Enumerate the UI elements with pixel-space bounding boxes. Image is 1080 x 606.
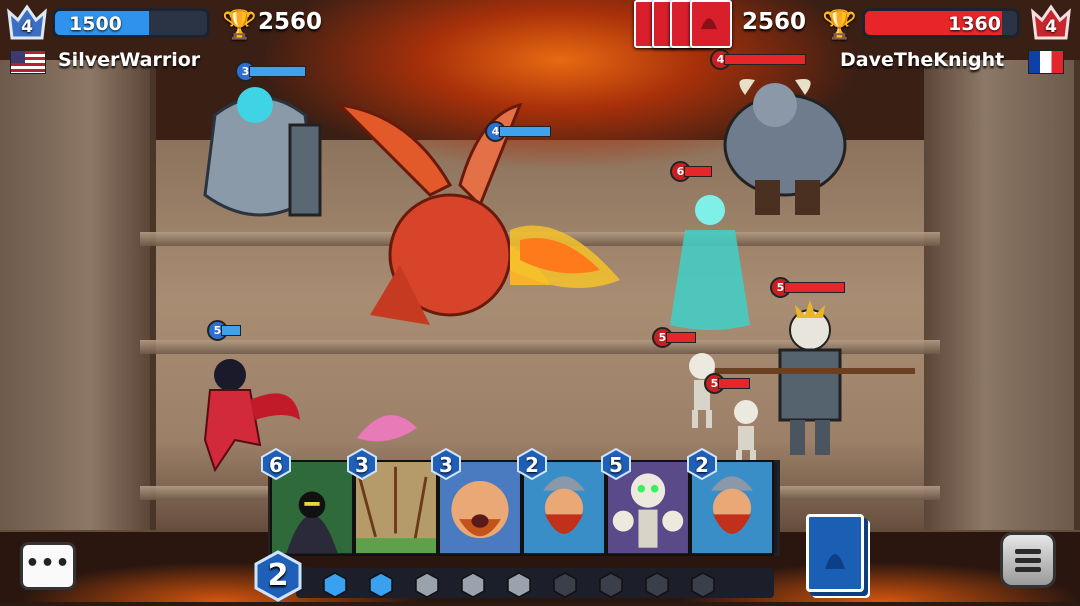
opponent-level: 4 [1045,17,1057,37]
unit-health-fill [784,282,845,293]
menu-button[interactable] [1000,532,1056,588]
card-cost: 5 [609,453,623,477]
fire-breath-effect [510,210,620,304]
chat-bubble-icon: ••• [25,551,71,576]
mana-pip-empty [460,572,486,598]
player-health-value: 1500 [69,13,122,35]
unit-health-fill [684,166,712,177]
card-cost-badge: 2 [686,447,718,481]
mana-pip-empty [598,572,624,598]
opponent-health-bar: 1360 [862,8,1020,38]
mana-pip-empty [644,572,670,598]
us-flag-icon [10,50,46,74]
opponent-trophies: 2560 [742,9,807,35]
mana-pip-filled [322,572,348,598]
deck-button[interactable] [806,514,864,592]
skeleton-minion [718,398,774,468]
unit-health-fill [666,332,696,343]
mana-counter: 2 [252,550,304,602]
opponent-crown-icon: 4 [1030,4,1072,42]
player-health-bar: 1500 [52,8,210,38]
mana-pip-filled [368,572,394,598]
mana-value: 2 [267,558,289,593]
unit-health-fill [499,126,551,137]
card-cost-badge: 3 [346,447,378,481]
mana-pip-empty [690,572,716,598]
opponent-card-back [690,0,732,48]
unit-health-fill [718,378,750,389]
player-name: SilverWarrior [58,49,201,71]
card-cost-badge: 5 [600,447,632,481]
unit-health-fill [221,325,241,336]
player-trophies: 2560 [258,9,323,35]
card-cost: 2 [525,453,539,477]
unit-health-fill [724,54,806,65]
chat-button[interactable]: ••• [20,542,76,590]
left-castle-wall [0,60,156,530]
opponent-name: DaveTheKnight [840,49,1005,71]
trophy-icon: 🏆 [222,8,257,41]
card-cost-badge: 3 [430,447,462,481]
card-cost: 2 [695,453,709,477]
player-crown-icon: 4 [6,4,48,42]
mana-pip-empty [552,572,578,598]
deck-icon [825,554,845,569]
card-cost-badge: 2 [516,447,548,481]
trophy-icon: 🏆 [822,8,857,41]
armored-knight [195,85,325,239]
unit-health-fill [249,66,306,77]
player-level: 4 [21,17,33,37]
right-castle-wall [924,60,1080,530]
card-cost: 3 [439,453,453,477]
opponent-health-value: 1360 [948,13,1001,35]
card-cost: 6 [269,453,283,477]
card-cost-badge: 6 [260,447,292,481]
mana-pip-empty [506,572,532,598]
card-cost: 3 [355,453,369,477]
mana-pip-empty [414,572,440,598]
pink-spell-effect [352,398,422,452]
france-flag-icon [1028,50,1064,74]
